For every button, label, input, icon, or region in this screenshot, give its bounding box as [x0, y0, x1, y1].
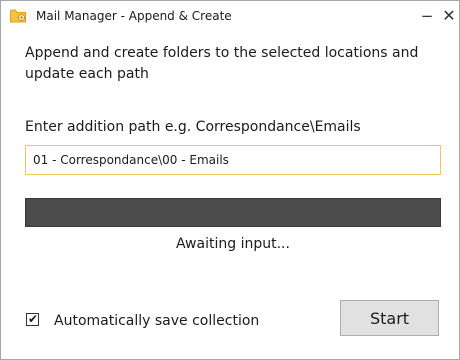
- checkmark-icon: ✔: [28, 312, 39, 326]
- path-field-label: Enter addition path e.g. Correspondance\…: [25, 119, 361, 135]
- auto-save-checkbox[interactable]: ✔: [26, 312, 39, 326]
- progress-bar: [25, 198, 441, 227]
- minimize-button[interactable]: −: [416, 4, 438, 28]
- status-text: Awaiting input...: [176, 236, 290, 252]
- folder-icon: [10, 9, 26, 23]
- append-create-window: Mail Manager - Append & Create − ✕ Appen…: [0, 0, 460, 360]
- path-input[interactable]: [25, 145, 441, 175]
- close-button[interactable]: ✕: [438, 4, 460, 28]
- start-button[interactable]: Start: [340, 300, 439, 336]
- instructions-text: Append and create folders to the selecte…: [25, 45, 419, 82]
- title-bar[interactable]: Mail Manager - Append & Create − ✕: [1, 1, 459, 31]
- auto-save-label[interactable]: Automatically save collection: [54, 312, 259, 330]
- window-title: Mail Manager - Append & Create: [36, 9, 232, 23]
